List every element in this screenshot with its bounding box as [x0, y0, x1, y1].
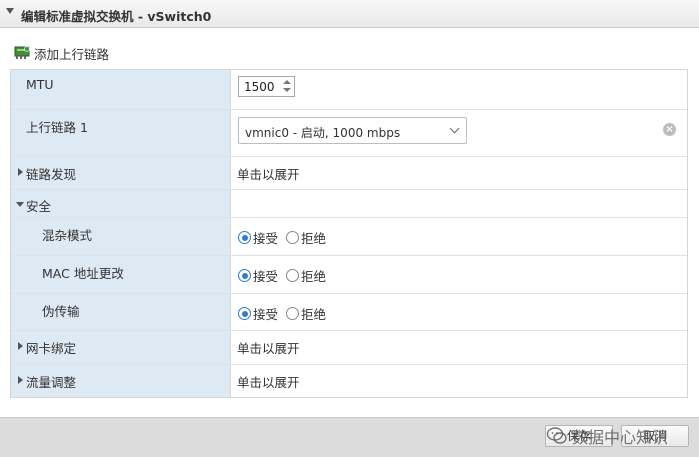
forged-transmits-label: 伪传输	[42, 304, 80, 319]
wechat-icon	[546, 427, 567, 444]
mac-change-accept-radio[interactable]	[238, 269, 251, 282]
chevron-down-icon	[449, 123, 460, 134]
nic-teaming-value[interactable]: 单击以展开	[237, 338, 300, 357]
collapse-arrow-icon[interactable]	[16, 202, 24, 207]
radio-label: 拒绝	[301, 307, 327, 322]
watermark: 数据中心知识	[546, 424, 668, 448]
row-forged-transmits: 伪传输 接受 拒绝	[11, 294, 687, 331]
properties-grid: MTU 1500 上行链路 1 vmnic0 - 启动, 1000 mbps ×	[10, 69, 688, 398]
spin-up-icon[interactable]	[283, 80, 291, 84]
promiscuous-accept-radio[interactable]	[238, 231, 251, 244]
security-label: 安全	[26, 199, 52, 214]
row-mtu: MTU 1500	[11, 70, 687, 110]
radio-label: 拒绝	[301, 269, 327, 284]
collapse-arrow-icon[interactable]	[6, 8, 14, 14]
radio-label: 接受	[253, 307, 279, 322]
radio-label: 接受	[253, 231, 279, 246]
add-uplink-button[interactable]: 添加上行链路	[14, 44, 109, 62]
traffic-shaping-value[interactable]: 单击以展开	[237, 372, 300, 391]
forged-reject-radio[interactable]	[286, 307, 300, 320]
row-traffic-shaping[interactable]: 流量调整 单击以展开	[11, 365, 687, 397]
expand-arrow-icon[interactable]	[18, 342, 23, 350]
nic-teaming-label: 网卡绑定	[26, 341, 77, 356]
mtu-label: MTU	[26, 77, 54, 92]
expand-arrow-icon[interactable]	[18, 376, 23, 384]
uplink-select[interactable]: vmnic0 - 启动, 1000 mbps	[238, 117, 467, 144]
link-discovery-value[interactable]: 单击以展开	[237, 164, 300, 183]
radio-label: 拒绝	[301, 231, 327, 246]
network-adapter-icon	[14, 46, 30, 59]
mac-change-label: MAC 地址更改	[42, 266, 124, 281]
row-link-discovery[interactable]: 链路发现 单击以展开	[11, 157, 687, 190]
add-uplink-label: 添加上行链路	[34, 46, 110, 62]
remove-uplink-icon[interactable]: ×	[663, 123, 676, 136]
row-uplink-1: 上行链路 1 vmnic0 - 启动, 1000 mbps ×	[11, 110, 687, 157]
watermark-text: 数据中心知识	[572, 428, 669, 447]
row-promiscuous-mode: 混杂模式 接受 拒绝	[11, 218, 687, 256]
promiscuous-label: 混杂模式	[42, 228, 93, 243]
uplink-selected-value: vmnic0 - 启动, 1000 mbps	[245, 126, 401, 140]
dialog-titlebar: 编辑标准虚拟交换机 - vSwitch0	[0, 0, 699, 28]
dialog-title: 编辑标准虚拟交换机 - vSwitch0	[21, 9, 212, 24]
row-mac-address-changes: MAC 地址更改 接受 拒绝	[11, 256, 687, 294]
forged-accept-radio[interactable]	[238, 307, 251, 320]
traffic-shaping-label: 流量调整	[26, 375, 77, 390]
mac-change-reject-radio[interactable]	[286, 269, 300, 282]
promiscuous-reject-radio[interactable]	[286, 231, 300, 244]
expand-arrow-icon[interactable]	[18, 168, 23, 176]
dialog-footer: 保存 取消 数据中心知识	[0, 417, 699, 457]
uplink-label: 上行链路 1	[26, 120, 88, 135]
radio-label: 接受	[253, 269, 279, 284]
spin-down-icon[interactable]	[283, 88, 291, 92]
mtu-value: 1500	[244, 80, 275, 94]
row-security[interactable]: 安全	[11, 190, 687, 218]
link-discovery-label: 链路发现	[26, 167, 77, 182]
mtu-stepper[interactable]: 1500	[238, 76, 295, 97]
row-nic-teaming[interactable]: 网卡绑定 单击以展开	[11, 331, 687, 365]
